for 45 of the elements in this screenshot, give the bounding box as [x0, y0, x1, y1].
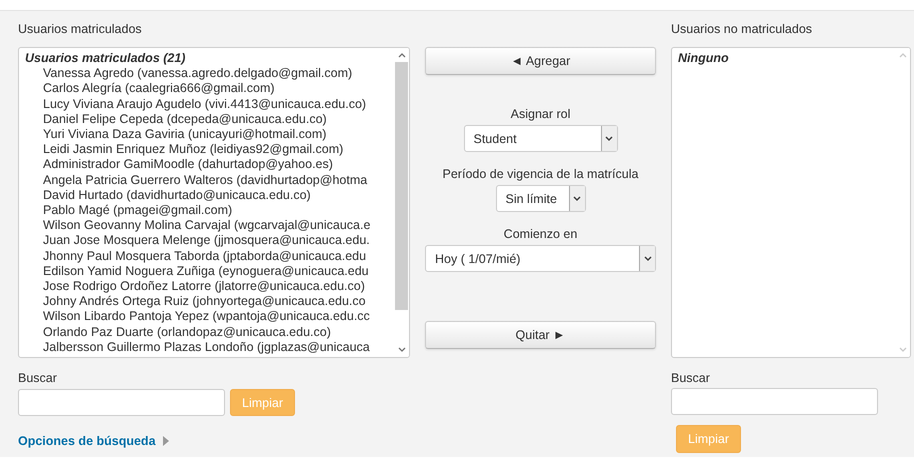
user-option[interactable]: Daniel Felipe Cepeda (dcepeda@unicauca.edu.co)	[25, 112, 394, 128]
scroll-up-icon[interactable]	[398, 52, 406, 58]
user-option[interactable]: Orlando Paz Duarte (orlandopaz@unicauca.edu.co)	[25, 324, 394, 340]
role-label: Asignar rol	[510, 106, 570, 123]
user-option[interactable]: Carlos Alegría (caalegria666@gmail.com)	[25, 81, 394, 97]
start-date-select[interactable]: Hoy ( 1/07/mié)	[425, 245, 656, 272]
user-option[interactable]: Jose Rodrigo Ordoñez Latorre (jlatorre@unicauca.edu.co)	[25, 279, 394, 294]
remove-button[interactable]: Quitar ►	[425, 321, 656, 349]
user-option[interactable]: Vanessa Agredo (vanessa.agredo.delgado@gmail.com)	[25, 66, 394, 82]
search-field[interactable]	[18, 389, 225, 416]
chevron-down-icon	[605, 136, 613, 142]
search-label: Buscar	[671, 370, 710, 387]
start-label: Comienzo en	[504, 226, 578, 243]
user-option[interactable]: Pablo Magé (pmagei@gmail.com)	[25, 203, 394, 218]
list-label: Usuarios matriculados	[18, 21, 142, 38]
user-option[interactable]: Wilson Libardo Pantoja Yepez (wpantoja@unicauca.edu.cc	[25, 309, 394, 325]
add-button[interactable]: ◄ Agregar	[425, 47, 656, 75]
expand-arrow-icon[interactable]	[162, 436, 169, 446]
user-option[interactable]: Jalbersson Guillermo Plazas Londoño (jgplazas@unicauca	[25, 340, 394, 356]
scroll-down-icon[interactable]	[398, 347, 406, 353]
user-option[interactable]: Juan Jose Mosquera Melenge (jjmosquera@unicauca.edu.	[25, 233, 394, 249]
duration-select[interactable]: Sin límite	[496, 185, 586, 212]
user-option[interactable]: David Hurtado (davidhurtado@unicauca.edu.co)	[25, 188, 394, 204]
search-field[interactable]	[671, 388, 878, 415]
chevron-down-icon	[644, 256, 652, 262]
list-label: Usuarios no matriculados	[671, 21, 812, 38]
scrollbar[interactable]	[394, 48, 409, 357]
user-option[interactable]: Wilson Geovanny Molina Carvajal (wgcarvajal@unicauca.e	[25, 218, 394, 234]
unenrolled-users-list[interactable]: Ninguno	[671, 47, 911, 358]
user-option[interactable]: Leidi Jasmin Enriquez Muñoz (leidiyas92@gmail.com)	[25, 142, 394, 158]
user-option[interactable]: Angela Patricia Guerrero Walteros (davidhurtadop@hotma	[25, 172, 394, 188]
group-heading: Usuarios matriculados (21)	[25, 51, 186, 66]
user-option[interactable]: Johny Andrés Ortega Ruiz (johnyortega@unicauca.edu.co	[25, 294, 394, 310]
role-select[interactable]: Student	[464, 125, 618, 152]
enrolled-users-list[interactable]	[18, 47, 410, 358]
chevron-down-icon	[573, 196, 581, 202]
search-options-link[interactable]: Opciones de búsqueda	[18, 434, 156, 448]
user-option[interactable]: Edilson Yamid Noguera Zuñiga (eynoguera@unicauca.edu	[25, 264, 394, 280]
duration-label: Período de vigencia de la matrícula	[442, 166, 638, 183]
user-option[interactable]: Lucy Viviana Araujo Agudelo (vivi.4413@unicauca.edu.co)	[25, 96, 394, 112]
group-heading: Ninguno	[678, 51, 730, 66]
user-option[interactable]: Jhonny Paul Mosquera Taborda (jptaborda@unicauca.edu	[25, 248, 394, 264]
user-option[interactable]: Administrador GamiMoodle (dahurtadop@yahoo.es)	[25, 157, 394, 173]
user-option[interactable]: Yuri Viviana Daza Gaviria (unicayuri@hotmail.com)	[25, 127, 394, 142]
search-label: Buscar	[18, 370, 57, 387]
